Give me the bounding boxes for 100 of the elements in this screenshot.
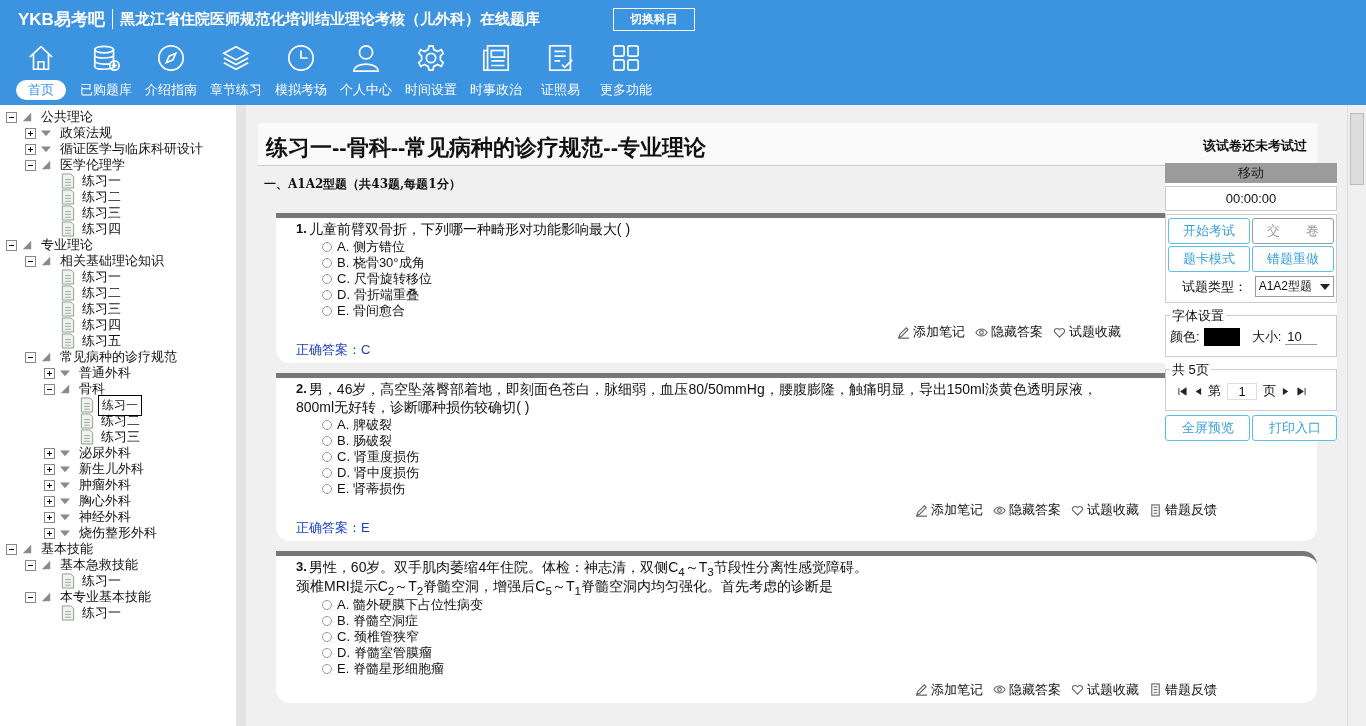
radio-button[interactable] <box>322 452 332 462</box>
action-link[interactable]: 试题收藏 <box>1087 501 1139 519</box>
action-link[interactable]: 隐藏答案 <box>1009 501 1061 519</box>
question-text: 男性，60岁。双手肌肉萎缩4年住院。体检：神志清，双侧C$_{4}$～T$_{3}$节段性分离性感觉障碍。 <box>308 559 868 578</box>
radio-button[interactable] <box>322 242 332 252</box>
expander-icon[interactable] <box>6 543 17 555</box>
expander-icon[interactable] <box>44 527 55 539</box>
radio-button[interactable] <box>322 484 332 494</box>
radio-button[interactable] <box>322 436 332 446</box>
expander-icon[interactable] <box>25 255 36 267</box>
expander-icon[interactable] <box>44 479 55 491</box>
action-link[interactable]: 添加笔记 <box>913 323 965 341</box>
tree-node[interactable]: 专业理论 <box>41 236 93 254</box>
radio-button[interactable] <box>322 258 332 268</box>
last-page-icon[interactable] <box>1297 386 1306 396</box>
grid-icon[interactable] <box>610 43 641 73</box>
option-label[interactable]: D. 骨折端重叠 <box>337 286 419 304</box>
tree-node[interactable]: 新生儿外科 <box>79 460 144 478</box>
tree-node[interactable]: 本专业基本技能 <box>60 588 151 606</box>
expander-icon[interactable] <box>25 559 36 571</box>
expander-icon[interactable] <box>25 591 36 603</box>
action-link[interactable]: 添加笔记 <box>931 680 983 699</box>
previous-page-icon[interactable] <box>1193 386 1202 396</box>
radio-button[interactable] <box>322 631 332 642</box>
toolbar-tab[interactable]: 首页 <box>15 80 66 100</box>
radio-button[interactable] <box>322 599 332 610</box>
action-link[interactable]: 错题反馈 <box>1165 501 1217 519</box>
tree-node[interactable]: 相关基础理论知识 <box>60 252 164 270</box>
expander-icon[interactable] <box>25 351 36 363</box>
first-page-icon[interactable] <box>1178 386 1187 396</box>
action-link[interactable]: 错题反馈 <box>1165 680 1217 699</box>
person-icon[interactable] <box>350 43 381 73</box>
option-label[interactable]: A. 侧方错位 <box>337 238 405 256</box>
radio-button[interactable] <box>322 615 332 626</box>
expander-icon[interactable] <box>44 463 55 475</box>
tree-leaf[interactable]: 练习一 <box>79 603 124 623</box>
panel-header: 移动 <box>1165 163 1337 183</box>
expander-icon[interactable] <box>44 495 55 507</box>
tree-node[interactable]: 基本技能 <box>41 540 93 558</box>
tree-node[interactable]: 烧伤整形外科 <box>79 524 157 542</box>
option-label[interactable]: D. 脊髓室管膜瘤 <box>337 643 432 662</box>
option-label[interactable]: B. 肠破裂 <box>337 432 392 450</box>
option-label[interactable]: C. 颈椎管狭窄 <box>337 627 419 646</box>
tree-node[interactable]: 常见病种的诊疗规范 <box>60 348 177 366</box>
tree-node[interactable]: 胸心外科 <box>79 492 131 510</box>
action-link[interactable]: 隐藏答案 <box>991 323 1043 341</box>
radio-button[interactable] <box>322 306 332 316</box>
radio-button[interactable] <box>322 290 332 300</box>
expander-icon[interactable] <box>6 239 17 251</box>
tree-node[interactable]: 泌尿外科 <box>79 444 131 462</box>
tree-node[interactable]: 循证医学与临床科研设计 <box>60 140 203 158</box>
color-swatch[interactable] <box>1203 328 1240 346</box>
tree-leaf[interactable]: 练习一 <box>98 394 142 416</box>
radio-button[interactable] <box>322 663 332 674</box>
expander-icon[interactable] <box>25 159 36 171</box>
radio-button[interactable] <box>322 420 332 430</box>
option-label[interactable]: C. 肾重度损伤 <box>337 448 419 466</box>
radio-button[interactable] <box>322 274 332 284</box>
expander-icon[interactable] <box>25 127 36 139</box>
expander-icon[interactable] <box>6 111 17 123</box>
option-label[interactable]: A. 脾破裂 <box>337 416 392 434</box>
gear-icon[interactable] <box>415 43 446 73</box>
size-field[interactable]: 10 <box>1285 329 1318 345</box>
clock-icon[interactable] <box>285 43 316 73</box>
news-icon[interactable] <box>480 43 511 73</box>
expander-icon[interactable] <box>44 383 55 395</box>
option-label[interactable]: E. 肾蒂损伤 <box>337 480 405 498</box>
scrollbar[interactable] <box>1347 105 1366 726</box>
document-icon <box>61 317 75 333</box>
tree-node[interactable]: 神经外科 <box>79 508 131 526</box>
expander-icon[interactable] <box>44 367 55 379</box>
expander-icon[interactable] <box>44 511 55 523</box>
radio-button[interactable] <box>322 468 332 478</box>
type-dropdown[interactable]: A1A2型题 <box>1254 276 1334 297</box>
action-link[interactable]: 隐藏答案 <box>1009 680 1061 699</box>
option-label[interactable]: E. 骨间愈合 <box>337 302 405 320</box>
compass-icon[interactable] <box>155 43 186 73</box>
action-link[interactable]: 试题收藏 <box>1087 680 1139 699</box>
action-link[interactable]: 试题收藏 <box>1069 323 1121 341</box>
eye-icon <box>975 325 988 339</box>
action-link[interactable]: 添加笔记 <box>931 501 983 519</box>
option-label[interactable]: D. 肾中度损伤 <box>337 464 419 482</box>
page-field[interactable]: 1 <box>1227 382 1257 400</box>
option-label[interactable]: C. 尺骨旋转移位 <box>337 270 432 288</box>
radio-button[interactable] <box>322 647 332 658</box>
tree-node[interactable]: 肿瘤外科 <box>79 476 131 494</box>
layers-icon[interactable] <box>220 43 251 73</box>
option-label[interactable]: B. 脊髓空洞症 <box>337 611 418 630</box>
option-label[interactable]: B. 桡骨30°成角 <box>337 254 425 272</box>
expander-icon[interactable] <box>25 143 36 155</box>
next-page-icon[interactable] <box>1282 386 1291 396</box>
option-label[interactable]: A. 髓外硬膜下占位性病变 <box>337 595 483 614</box>
tree-leaf[interactable]: 练习一 <box>79 571 124 591</box>
tree-node[interactable]: 基本急救技能 <box>60 556 138 574</box>
tree-node[interactable]: 公共理论 <box>41 108 93 126</box>
tree-node[interactable]: 政策法规 <box>60 124 112 142</box>
tree-node[interactable]: 普通外科 <box>79 364 131 382</box>
expander-icon[interactable] <box>44 447 55 459</box>
tree-node[interactable]: 医学伦理学 <box>60 156 125 174</box>
option-label[interactable]: E. 脊髓星形细胞瘤 <box>337 659 444 678</box>
